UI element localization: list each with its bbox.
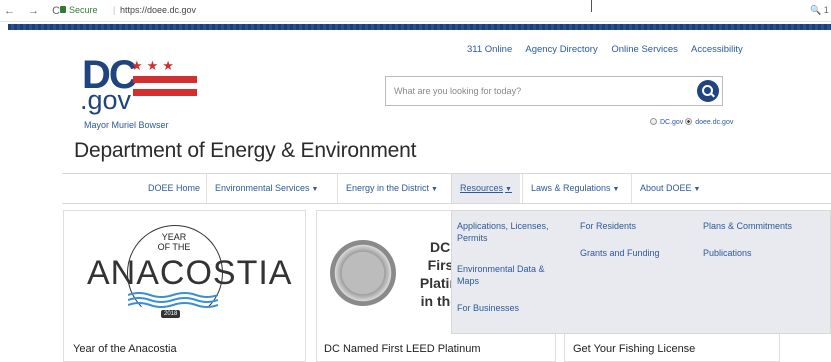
caret-down-icon: ▼	[505, 186, 512, 193]
text-cursor	[591, 0, 592, 12]
link-agency-directory[interactable]: Agency Directory	[525, 44, 597, 55]
nav-environmental-services[interactable]: Environmental Services ▼	[206, 174, 326, 203]
mayor-link[interactable]: Mayor Muriel Bowser	[84, 120, 169, 130]
browser-nav-icons[interactable]: ← → C	[4, 5, 65, 17]
menu-for-businesses[interactable]: For Businesses	[457, 302, 519, 314]
search-input[interactable]: What are you looking for today?	[394, 86, 521, 96]
radio-doee[interactable]	[685, 118, 693, 125]
flag-bar-icon	[133, 89, 197, 96]
utility-links: 311 Online Agency Directory Online Servi…	[467, 44, 754, 55]
nav-resources[interactable]: Resources ▼	[451, 174, 520, 203]
nav-about-doee[interactable]: About DOEE ▼	[631, 174, 708, 203]
radio-dcgov-label: DC.gov	[659, 119, 684, 126]
address-bar[interactable]: https://doee.dc.gov	[120, 5, 196, 15]
link-online-services[interactable]: Online Services	[611, 44, 678, 55]
radio-dcgov[interactable]	[650, 118, 657, 125]
nav-doee-home[interactable]: DOEE Home	[140, 174, 208, 203]
search-box: What are you looking for today?	[385, 76, 723, 106]
menu-for-residents[interactable]: For Residents	[580, 220, 636, 232]
card-leed-title[interactable]: DC Named First LEED Platinum	[324, 343, 481, 355]
search-scope: DC.gov doee.dc.gov	[650, 118, 733, 126]
caret-down-icon: ▼	[431, 186, 438, 193]
nav-label: Energy in the District	[346, 183, 430, 193]
menu-publications[interactable]: Publications	[703, 247, 752, 259]
zoom-icon[interactable]: 🔍 1	[810, 5, 829, 16]
nav-label: DOEE Home	[148, 183, 201, 193]
anacostia-year-badge: 2018	[161, 310, 181, 318]
header-stripe	[8, 24, 831, 30]
lock-icon	[60, 6, 66, 13]
nav-label: Environmental Services	[215, 183, 310, 193]
link-accessibility[interactable]: Accessibility	[691, 44, 743, 55]
nav-energy-in-the-district[interactable]: Energy in the District ▼	[337, 174, 446, 203]
logo-gov-text: .gov	[80, 85, 132, 115]
nav-laws-regulations[interactable]: Laws & Regulations ▼	[522, 174, 627, 203]
flag-stars-icon: ★★★	[131, 58, 178, 73]
menu-plans-commitments[interactable]: Plans & Commitments	[703, 220, 792, 232]
page-title[interactable]: Department of Energy & Environment	[74, 139, 416, 163]
link-311-online[interactable]: 311 Online	[467, 44, 512, 55]
nav-label: About DOEE	[640, 183, 692, 193]
resources-dropdown-menu: Applications, Licenses, Permits Environm…	[451, 210, 831, 334]
secure-label: Secure	[69, 5, 98, 15]
caret-down-icon: ▼	[311, 186, 319, 193]
card-anacostia-title[interactable]: Year of the Anacostia	[73, 343, 177, 355]
radio-doee-label: doee.dc.gov	[695, 119, 734, 126]
main-nav: DOEE Home Environmental Services ▼ Energy…	[62, 173, 831, 204]
anacostia-logo-text: ANACOSTIA	[87, 254, 293, 292]
anacostia-year-of-label: YEAR OF THE	[157, 232, 191, 252]
leed-platinum-seal-icon	[330, 240, 396, 306]
flag-bar-icon	[133, 76, 197, 83]
url-separator: |	[113, 5, 116, 15]
nav-label: Laws & Regulations	[531, 183, 611, 193]
menu-environmental-data-maps[interactable]: Environmental Data & Maps	[457, 263, 569, 287]
card-fishing-title[interactable]: Get Your Fishing License	[573, 343, 695, 355]
menu-applications-licenses-permits[interactable]: Applications, Licenses, Permits	[457, 220, 569, 244]
menu-grants-and-funding[interactable]: Grants and Funding	[580, 247, 660, 259]
nav-label: Resources	[460, 183, 504, 193]
caret-down-icon: ▼	[693, 186, 701, 193]
search-icon[interactable]	[697, 80, 719, 102]
browser-toolbar: ← → C Secure | https://doee.dc.gov 🔍 1	[0, 0, 831, 22]
waves-icon	[128, 292, 218, 308]
caret-down-icon: ▼	[612, 186, 620, 193]
